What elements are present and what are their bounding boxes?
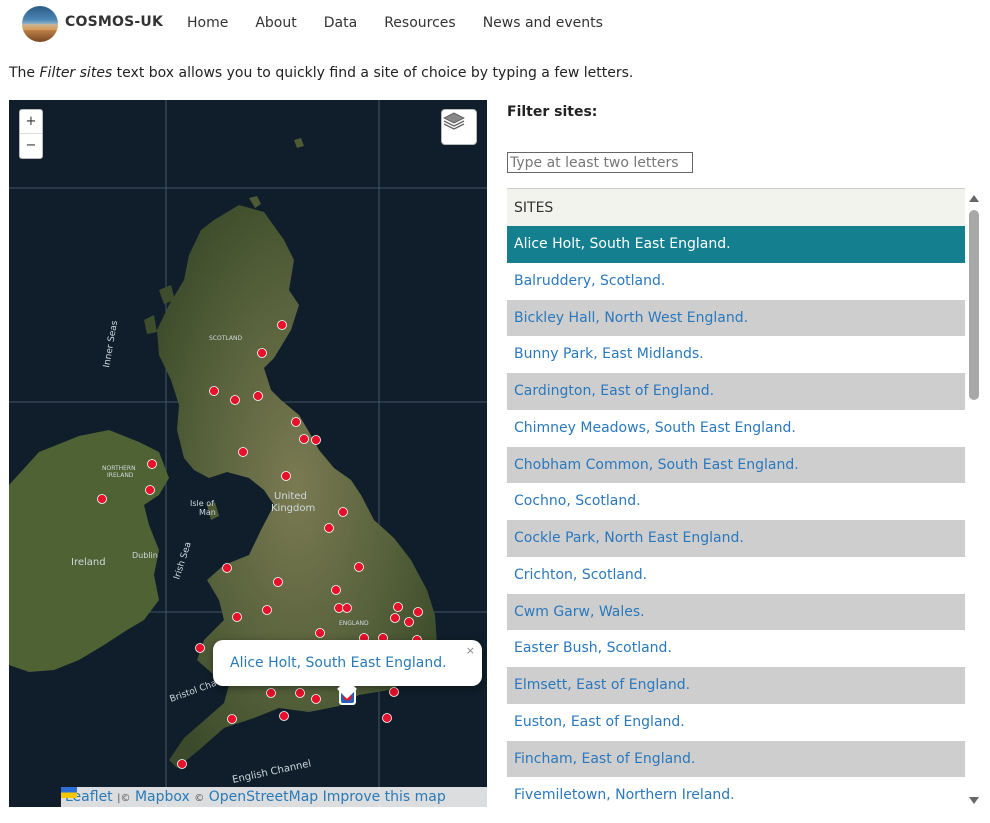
site-marker bbox=[97, 494, 107, 504]
attribution-separator: |© bbox=[117, 793, 131, 804]
cosmos-logo-icon[interactable] bbox=[22, 6, 58, 42]
site-marker bbox=[324, 523, 334, 533]
site-marker bbox=[222, 563, 232, 573]
satellite-map-imagery: Inner Seas SCOTLAND NORTHERN IRELAND Isl… bbox=[9, 100, 487, 807]
site-row-fivemiletown[interactable]: Fivemiletown, Northern Ireland. bbox=[507, 777, 965, 814]
site-marker bbox=[273, 577, 283, 587]
site-marker bbox=[393, 602, 403, 612]
site-marker bbox=[253, 391, 263, 401]
site-row-elmsett[interactable]: Elmsett, East of England. bbox=[507, 667, 965, 704]
popup-close-icon[interactable]: × bbox=[466, 644, 475, 657]
nav-about[interactable]: About bbox=[255, 15, 296, 31]
site-marker bbox=[413, 607, 423, 617]
zoom-control: + − bbox=[19, 109, 43, 159]
site-marker bbox=[342, 603, 352, 613]
filter-sites-label: Filter sites: bbox=[507, 104, 598, 120]
openstreetmap-link[interactable]: OpenStreetMap bbox=[209, 789, 318, 805]
intro-emphasis: Filter sites bbox=[39, 65, 113, 81]
site-marker bbox=[266, 688, 276, 698]
nav-news-and-events[interactable]: News and events bbox=[483, 15, 603, 31]
site-marker bbox=[147, 459, 157, 469]
site-row-bunny-park[interactable]: Bunny Park, East Midlands. bbox=[507, 336, 965, 373]
site-marker bbox=[331, 585, 341, 595]
site-marker bbox=[281, 471, 291, 481]
sites-header: SITES bbox=[507, 188, 965, 226]
site-marker bbox=[238, 447, 248, 457]
site-marker bbox=[291, 417, 301, 427]
site-marker bbox=[279, 711, 289, 721]
site-marker bbox=[262, 605, 272, 615]
site-marker bbox=[338, 507, 348, 517]
label-scotland: SCOTLAND bbox=[209, 335, 242, 342]
site-marker bbox=[382, 713, 392, 723]
label-isle-of-man-2: Man bbox=[199, 508, 216, 517]
site-row-balruddery[interactable]: Balruddery, Scotland. bbox=[507, 263, 965, 300]
site-popup: Alice Holt, South East England. × bbox=[213, 640, 482, 699]
label-northern-ireland-2: IRELAND bbox=[107, 472, 134, 479]
site-marker bbox=[145, 485, 155, 495]
intro-text: The Filter sites text box allows you to … bbox=[9, 65, 634, 81]
site-row-cwm-garw[interactable]: Cwm Garw, Wales. bbox=[507, 593, 965, 631]
site-row-alice-holt[interactable]: Alice Holt, South East England. bbox=[507, 226, 965, 263]
label-england: ENGLAND bbox=[339, 620, 369, 627]
nav-data[interactable]: Data bbox=[324, 15, 357, 31]
site-header: COSMOS-UK Home About Data Resources News… bbox=[0, 0, 990, 46]
site-marker bbox=[209, 386, 219, 396]
site-marker bbox=[354, 562, 364, 572]
label-northern-ireland-1: NORTHERN bbox=[102, 465, 136, 472]
site-marker bbox=[295, 688, 305, 698]
site-marker bbox=[390, 613, 400, 623]
site-marker bbox=[311, 694, 321, 704]
site-row-chimney-meadows[interactable]: Chimney Meadows, South East England. bbox=[507, 410, 965, 447]
site-marker bbox=[227, 714, 237, 724]
scroll-down-icon[interactable] bbox=[969, 797, 979, 804]
label-uk-1: United bbox=[274, 491, 307, 502]
site-row-euston[interactable]: Euston, East of England. bbox=[507, 704, 965, 741]
map-attribution: Leaflet |© Mapbox © OpenStreetMap Improv… bbox=[61, 787, 487, 807]
site-marker bbox=[404, 617, 414, 627]
site-marker bbox=[257, 348, 267, 358]
site-row-crichton[interactable]: Crichton, Scotland. bbox=[507, 557, 965, 594]
filter-sites-input[interactable] bbox=[507, 152, 693, 173]
site-marker bbox=[389, 687, 399, 697]
zoom-out-button[interactable]: − bbox=[20, 134, 42, 158]
site-marker bbox=[177, 759, 187, 769]
site-marker bbox=[315, 628, 325, 638]
layers-button[interactable] bbox=[441, 109, 477, 145]
site-marker bbox=[311, 435, 321, 445]
site-row-cockle-park[interactable]: Cockle Park, North East England. bbox=[507, 520, 965, 557]
label-dublin: Dublin bbox=[132, 551, 158, 560]
site-marker bbox=[277, 320, 287, 330]
improve-map-link[interactable]: Improve this map bbox=[323, 789, 446, 805]
nav-resources[interactable]: Resources bbox=[384, 15, 456, 31]
zoom-in-button[interactable]: + bbox=[20, 110, 42, 134]
label-isle-of-man-1: Isle of bbox=[190, 499, 214, 508]
site-row-cochno[interactable]: Cochno, Scotland. bbox=[507, 483, 965, 520]
attribution-copyright: © bbox=[194, 793, 205, 804]
site-marker bbox=[195, 643, 205, 653]
site-map[interactable]: Inner Seas SCOTLAND NORTHERN IRELAND Isl… bbox=[9, 100, 487, 807]
label-uk-2: Kingdom bbox=[271, 503, 315, 514]
site-marker bbox=[299, 434, 309, 444]
sites-list: SITES Alice Holt, South East England. Ba… bbox=[507, 188, 965, 814]
brand-name[interactable]: COSMOS-UK bbox=[65, 14, 163, 30]
layers-icon bbox=[443, 112, 465, 130]
nav-home[interactable]: Home bbox=[187, 15, 228, 31]
mapbox-link[interactable]: Mapbox bbox=[135, 789, 190, 805]
site-marker bbox=[232, 612, 242, 622]
popup-text[interactable]: Alice Holt, South East England. bbox=[230, 655, 447, 671]
site-row-cardington[interactable]: Cardington, East of England. bbox=[507, 373, 965, 410]
site-row-chobham-common[interactable]: Chobham Common, South East England. bbox=[507, 446, 965, 484]
main-nav: Home About Data Resources News and event… bbox=[187, 15, 630, 31]
sites-scrollbar[interactable] bbox=[968, 192, 980, 806]
site-row-bickley-hall[interactable]: Bickley Hall, North West England. bbox=[507, 299, 965, 337]
site-marker bbox=[230, 395, 240, 405]
site-row-fincham[interactable]: Fincham, East of England. bbox=[507, 740, 965, 778]
ukraine-flag-icon bbox=[61, 787, 77, 798]
label-ireland: Ireland bbox=[71, 557, 106, 568]
site-row-easter-bush[interactable]: Easter Bush, Scotland. bbox=[507, 630, 965, 667]
scroll-up-icon[interactable] bbox=[969, 195, 979, 202]
scroll-thumb[interactable] bbox=[969, 210, 979, 400]
